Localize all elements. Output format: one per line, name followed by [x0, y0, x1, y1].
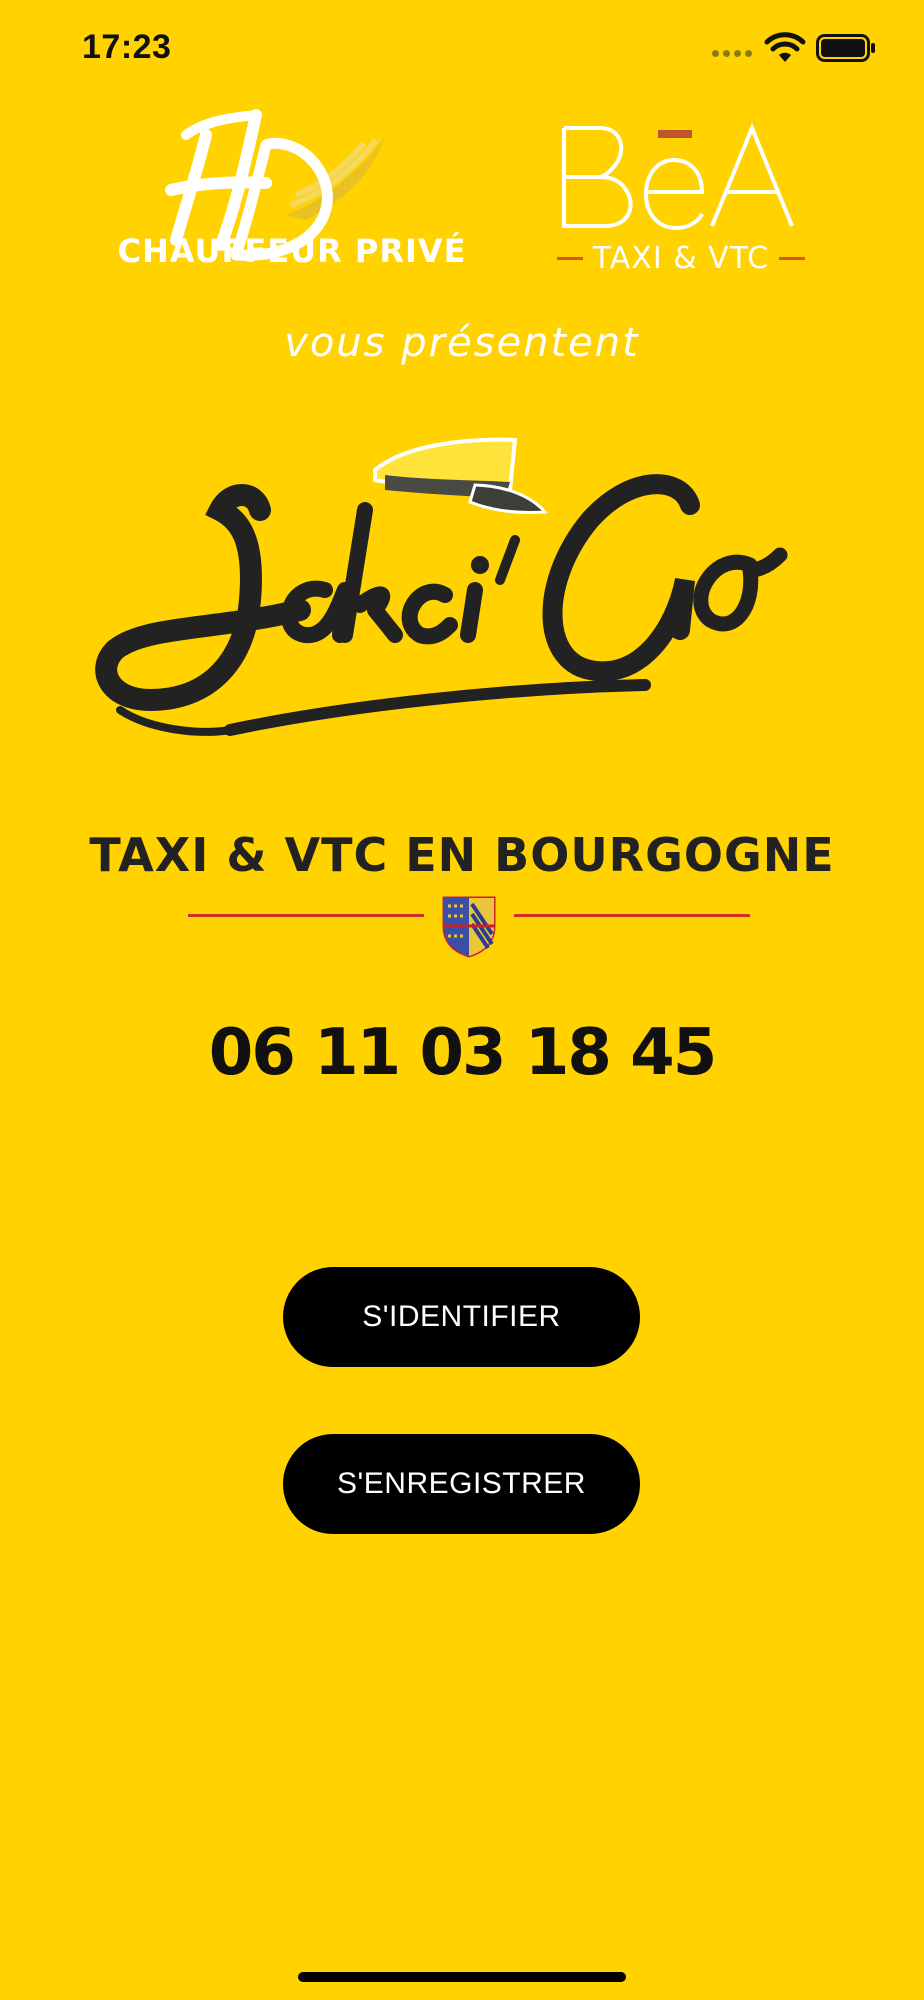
login-button[interactable]: S'IDENTIFIER [283, 1267, 640, 1367]
tagline-divider-right [514, 914, 750, 917]
presents-text: vous présentent [284, 320, 640, 366]
cellular-signal-icon [712, 50, 752, 57]
tagline-divider-left [188, 914, 424, 917]
brand-tagline: TAXI & VTC EN BOURGOGNE [89, 828, 835, 882]
home-indicator[interactable] [298, 1972, 626, 1982]
dash-left [556, 256, 583, 260]
bea-label: TAXI & VTC [592, 240, 770, 276]
burgundy-crest-icon [442, 896, 496, 958]
phone-number[interactable]: 06 11 03 18 45 [0, 1016, 924, 1090]
status-time: 17:23 [82, 28, 172, 66]
dash-right [779, 256, 806, 260]
wifi-icon [764, 32, 806, 62]
jakcigo-logo [95, 437, 788, 736]
hd-chauffeur-label: CHAUFFEUR PRIVÉ [117, 232, 467, 270]
bea-subtitle: TAXI & VTC [556, 240, 806, 276]
bea-logo [562, 122, 794, 231]
register-button[interactable]: S'ENREGISTRER [283, 1434, 640, 1534]
battery-icon [816, 34, 875, 62]
